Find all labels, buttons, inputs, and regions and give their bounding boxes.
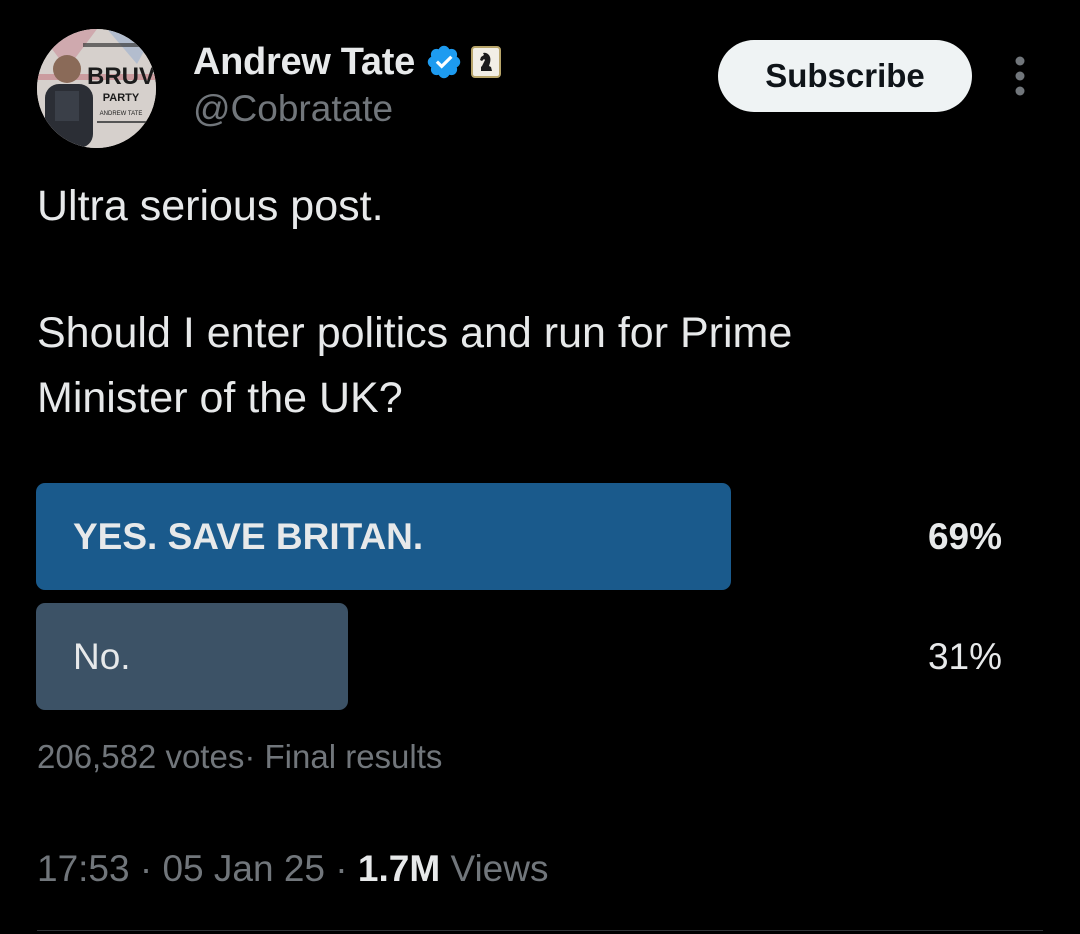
post-text-line: Minister of the UK? bbox=[37, 374, 403, 422]
separator-dot: · bbox=[139, 848, 163, 889]
verified-badge-icon[interactable] bbox=[425, 43, 463, 81]
avatar-image: BRUV PARTY ANDREW TATE bbox=[37, 29, 156, 148]
poll-option-no[interactable]: No. 31% bbox=[36, 603, 1002, 710]
post-time[interactable]: 17:53 bbox=[37, 848, 130, 889]
post-text-line: Ultra serious post. bbox=[37, 182, 384, 230]
chess-knight-affiliate-icon[interactable] bbox=[470, 46, 501, 78]
poll-option-percent: 69% bbox=[927, 516, 1002, 557]
more-vertical-icon[interactable] bbox=[1006, 54, 1034, 98]
poll-option-label: No. bbox=[73, 636, 131, 677]
views-label: Views bbox=[450, 848, 549, 889]
poll-option-label: YES. SAVE BRITAN. bbox=[73, 516, 424, 557]
avatar[interactable]: BRUV PARTY ANDREW TATE bbox=[37, 29, 156, 148]
avatar-logo-caption: ANDREW TATE bbox=[100, 111, 143, 117]
display-name[interactable]: Andrew Tate bbox=[193, 41, 415, 84]
poll-summary: 206,582 votes· Final results bbox=[37, 738, 442, 776]
post-date[interactable]: 05 Jan 25 bbox=[162, 848, 325, 889]
poll-votes: 206,582 votes bbox=[37, 738, 245, 775]
views-count[interactable]: 1.7M bbox=[358, 848, 440, 889]
author-name-row: Andrew Tate bbox=[193, 38, 501, 86]
post-text-line: Should I enter politics and run for Prim… bbox=[37, 309, 793, 357]
poll-option-percent: 31% bbox=[927, 636, 1002, 677]
separator-dot: · bbox=[335, 848, 358, 889]
avatar-logo-subtext: PARTY bbox=[103, 92, 140, 104]
subscribe-button[interactable]: Subscribe bbox=[718, 40, 972, 112]
post-container: BRUV PARTY ANDREW TATE Andrew Tate @Cobr… bbox=[0, 0, 1080, 934]
author-handle[interactable]: @Cobratate bbox=[193, 88, 393, 130]
divider bbox=[37, 930, 1043, 931]
timestamp-row: 17:53 · 05 Jan 25 · 1.7M Views bbox=[37, 848, 548, 890]
separator-dot: · bbox=[244, 738, 265, 775]
poll-status: Final results bbox=[264, 738, 443, 775]
poll-option-yes[interactable]: YES. SAVE BRITAN. 69% bbox=[36, 483, 1002, 590]
avatar-logo-text: BRUV bbox=[87, 63, 155, 90]
